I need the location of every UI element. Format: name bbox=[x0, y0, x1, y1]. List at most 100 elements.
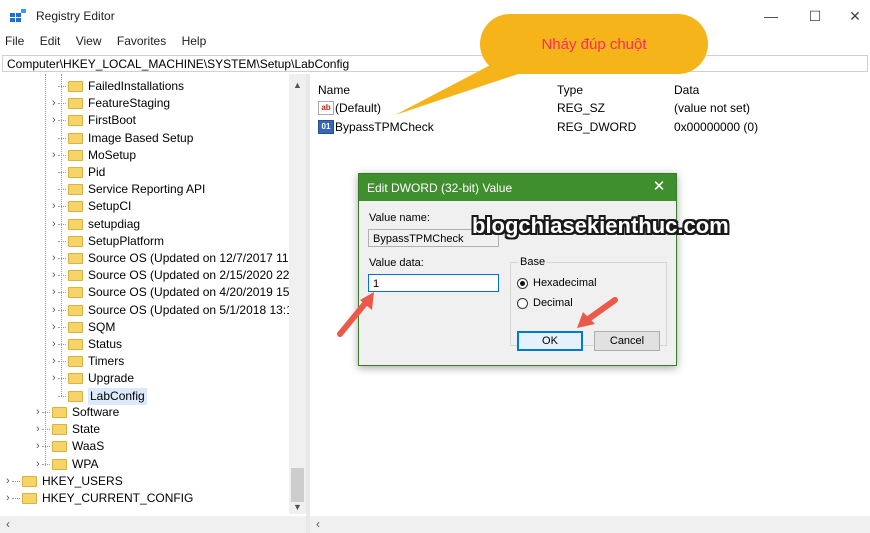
scroll-left-icon[interactable]: ‹ bbox=[316, 517, 320, 531]
expand-chevron-icon[interactable]: › bbox=[36, 456, 44, 473]
tree-item-label: WaaS bbox=[72, 439, 105, 454]
expand-chevron-icon[interactable]: › bbox=[6, 490, 14, 507]
tree-item-label: LabConfig bbox=[88, 387, 147, 405]
dword-value-icon: 01 bbox=[318, 120, 334, 134]
tree-item-label: Software bbox=[72, 405, 120, 419]
dialog-close-icon[interactable]: ✕ bbox=[649, 177, 669, 197]
red-arrow-icon bbox=[577, 297, 618, 328]
tree-item-label: setupdiag bbox=[88, 216, 141, 231]
expand-chevron-icon[interactable]: › bbox=[6, 473, 14, 490]
expand-chevron-icon[interactable]: › bbox=[52, 216, 60, 233]
tree-item-label: SetupPlatform bbox=[88, 233, 165, 248]
menu-edit[interactable]: Edit bbox=[40, 34, 61, 48]
expand-chevron-icon[interactable]: › bbox=[52, 302, 60, 319]
scroll-up-icon[interactable]: ▲ bbox=[293, 80, 302, 90]
folder-icon bbox=[68, 167, 83, 178]
folder-icon bbox=[68, 390, 83, 402]
close-button[interactable]: ✕ bbox=[840, 6, 870, 26]
tree-item-label: Upgrade bbox=[88, 371, 135, 386]
tree-item-label: Timers bbox=[88, 354, 125, 369]
expand-chevron-icon[interactable]: › bbox=[52, 112, 60, 129]
value-data: (value not set) bbox=[674, 101, 751, 115]
folder-icon bbox=[68, 321, 83, 333]
base-label: Base bbox=[518, 256, 548, 268]
callout-text: Nháy đúp chuột bbox=[541, 36, 647, 53]
tree-item-label: Source OS (Updated on 4/20/2019 15:42: bbox=[88, 285, 306, 300]
expand-chevron-icon[interactable]: › bbox=[52, 198, 60, 215]
tree-vertical-scrollbar[interactable]: ▲ ▼ bbox=[289, 74, 306, 514]
menu-favorites[interactable]: Favorites bbox=[117, 34, 166, 48]
expand-chevron-icon[interactable]: › bbox=[36, 404, 44, 421]
expand-chevron-icon[interactable]: › bbox=[36, 421, 44, 438]
tree-item-label: Source OS (Updated on 2/15/2020 22:38: bbox=[88, 268, 306, 283]
edit-dword-dialog: Edit DWORD (32-bit) Value ✕ Value name: … bbox=[358, 173, 677, 366]
value-name[interactable]: (Default) bbox=[335, 101, 381, 115]
title-bar: Registry Editor — ☐ ✕ bbox=[0, 0, 870, 32]
folder-icon bbox=[52, 424, 67, 436]
expand-chevron-icon[interactable]: › bbox=[52, 370, 60, 387]
tree-item-label: HKEY_CURRENT_CONFIG bbox=[42, 491, 194, 506]
expand-chevron-icon[interactable]: › bbox=[52, 267, 60, 284]
tree-item-label: FailedInstallations bbox=[88, 79, 185, 93]
folder-icon bbox=[68, 132, 83, 144]
expand-chevron-icon[interactable]: › bbox=[52, 319, 60, 336]
scroll-down-icon[interactable]: ▼ bbox=[293, 502, 302, 512]
value-name[interactable]: BypassTPMCheck bbox=[335, 120, 434, 134]
expand-chevron-icon bbox=[52, 181, 60, 198]
scroll-left-icon[interactable]: ‹ bbox=[6, 517, 10, 531]
tree-horizontal-scrollbar[interactable]: ‹ bbox=[0, 516, 306, 533]
value-name-label: Value name: bbox=[369, 212, 430, 224]
list-horizontal-scrollbar[interactable]: ‹ bbox=[310, 516, 870, 533]
menu-view[interactable]: View bbox=[76, 34, 102, 48]
folder-icon bbox=[22, 476, 37, 487]
expand-chevron-icon[interactable]: › bbox=[36, 438, 44, 455]
expand-chevron-icon bbox=[52, 233, 60, 250]
maximize-button[interactable]: ☐ bbox=[800, 6, 830, 26]
tree-item-label: SetupCI bbox=[88, 199, 132, 214]
decimal-radio[interactable] bbox=[517, 298, 528, 309]
menu-help[interactable]: Help bbox=[182, 34, 207, 48]
folder-icon bbox=[68, 339, 83, 350]
red-arrow-icon bbox=[337, 292, 374, 337]
folder-icon bbox=[68, 270, 83, 282]
folder-icon bbox=[22, 493, 37, 505]
folder-icon bbox=[68, 149, 83, 161]
folder-icon bbox=[68, 304, 83, 316]
regedit-icon bbox=[10, 9, 26, 22]
hexadecimal-label[interactable]: Hexadecimal bbox=[533, 277, 597, 289]
tree-item-label: FeatureStaging bbox=[88, 96, 171, 111]
folder-icon bbox=[68, 218, 83, 230]
tree-scroll-thumb[interactable] bbox=[291, 468, 304, 502]
value-type: REG_SZ bbox=[557, 101, 606, 115]
menu-file[interactable]: File bbox=[5, 34, 24, 48]
expand-chevron-icon[interactable]: › bbox=[52, 353, 60, 370]
expand-chevron-icon[interactable]: › bbox=[52, 147, 60, 164]
hexadecimal-radio[interactable] bbox=[517, 278, 528, 289]
minimize-button[interactable]: — bbox=[756, 6, 786, 26]
folder-icon bbox=[68, 115, 83, 127]
folder-icon bbox=[68, 356, 83, 368]
column-header-name[interactable]: Name bbox=[318, 83, 350, 97]
folder-icon bbox=[68, 98, 83, 110]
expand-chevron-icon[interactable]: › bbox=[52, 250, 60, 267]
tree-item-label: SQM bbox=[88, 319, 116, 334]
folder-icon bbox=[68, 81, 83, 92]
folder-icon bbox=[68, 184, 83, 196]
expand-chevron-icon[interactable]: › bbox=[52, 336, 60, 353]
folder-icon bbox=[68, 253, 83, 264]
string-value-icon: ab bbox=[318, 101, 334, 115]
window-title: Registry Editor bbox=[36, 9, 115, 23]
column-header-data[interactable]: Data bbox=[674, 83, 699, 97]
tree-item-label: Source OS (Updated on 12/7/2017 11:15: bbox=[88, 251, 306, 265]
expand-chevron-icon bbox=[52, 164, 60, 181]
value-type: REG_DWORD bbox=[557, 120, 637, 134]
expand-chevron-icon[interactable]: › bbox=[52, 95, 60, 112]
tree-item-label: MoSetup bbox=[88, 147, 137, 162]
folder-icon bbox=[68, 287, 83, 299]
folder-icon bbox=[52, 458, 67, 470]
expand-chevron-icon[interactable]: › bbox=[52, 284, 60, 301]
folder-icon bbox=[68, 201, 83, 213]
column-header-type[interactable]: Type bbox=[557, 83, 583, 97]
expand-chevron-icon bbox=[52, 130, 60, 147]
tree-item-label: State bbox=[72, 422, 101, 437]
